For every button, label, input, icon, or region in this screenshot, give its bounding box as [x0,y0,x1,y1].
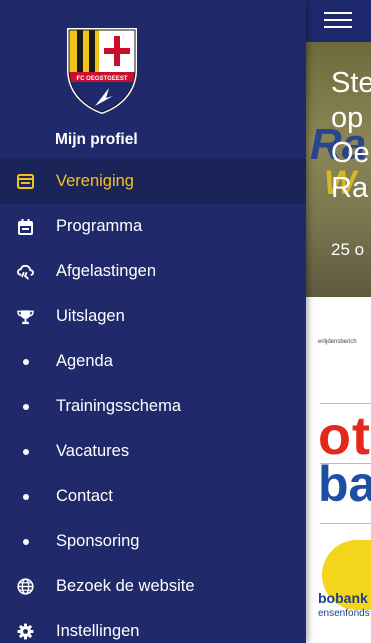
hero-date: 25 o [331,240,365,259]
svg-text:FC OEGSTGEEST: FC OEGSTGEEST [76,76,127,82]
banner-blue-text: ba [318,456,371,512]
hero-title: Ste op Oe Ra [331,67,371,204]
globe-icon [17,578,34,595]
divider [320,403,371,404]
calendar-icon [17,218,34,235]
divider [320,523,371,524]
nav-item-instellingen[interactable]: Instellingen [0,609,306,643]
nav-item-afgelastingen[interactable]: Afgelastingen [0,249,306,294]
nav-item-vacatures[interactable]: Vacatures [0,429,306,474]
bullet-icon [17,398,34,415]
nav-label: Uitslagen [56,307,125,325]
club-logo[interactable]: FC OEGSTGEEST [65,26,139,114]
banner-bottom-subtext: ensenfonds [318,608,370,619]
my-profile-link[interactable]: Mijn profiel [55,131,138,149]
nav-label: Contact [56,487,113,505]
banner-red-text: ote [318,406,371,466]
nav-label: Programma [56,217,143,235]
nav-label: Vereniging [56,172,134,190]
nav-item-sponsoring[interactable]: Sponsoring [0,519,306,564]
background-page: Ra W Ste op Oe Ra 25 o erlijdensberich o… [306,0,371,643]
nav-label: Bezoek de website [56,577,195,595]
nav-label: Instellingen [56,622,140,640]
club-card-icon [17,173,34,190]
nav-item-website[interactable]: Bezoek de website [0,564,306,609]
nav-label: Agenda [56,352,113,370]
nav-label: Afgelastingen [56,262,156,280]
cloud-rain-icon [17,263,34,280]
bullet-icon [17,353,34,370]
nav-item-vereniging[interactable]: Vereniging [0,159,306,204]
gear-icon [17,623,34,640]
nav-item-programma[interactable]: Programma [0,204,306,249]
trophy-icon [17,308,34,325]
news-hero-card[interactable]: Ra W Ste op Oe Ra 25 o [306,42,371,297]
bullet-icon [17,443,34,460]
bullet-icon [17,533,34,550]
nav-item-contact[interactable]: Contact [0,474,306,519]
nav-label: Trainingsschema [56,397,182,415]
nav-label: Sponsoring [56,532,140,550]
sponsor-banner[interactable]: erlijdensberich ote ba bobank ensenfonds [306,297,371,643]
hamburger-menu-icon[interactable] [324,10,352,30]
navigation-drawer: FC OEGSTGEEST Mijn profiel Vereniging Pr… [0,0,306,643]
top-bar [306,0,371,42]
nav-item-uitslagen[interactable]: Uitslagen [0,294,306,339]
drawer-menu: Vereniging Programma Afgelastingen Uitsl… [0,159,306,643]
nav-item-agenda[interactable]: Agenda [0,339,306,384]
nav-item-trainingsschema[interactable]: Trainingsschema [0,384,306,429]
banner-caption: erlijdensberich [318,339,357,345]
nav-label: Vacatures [56,442,130,460]
banner-bottom-text: bobank [318,590,368,606]
bullet-icon [17,488,34,505]
